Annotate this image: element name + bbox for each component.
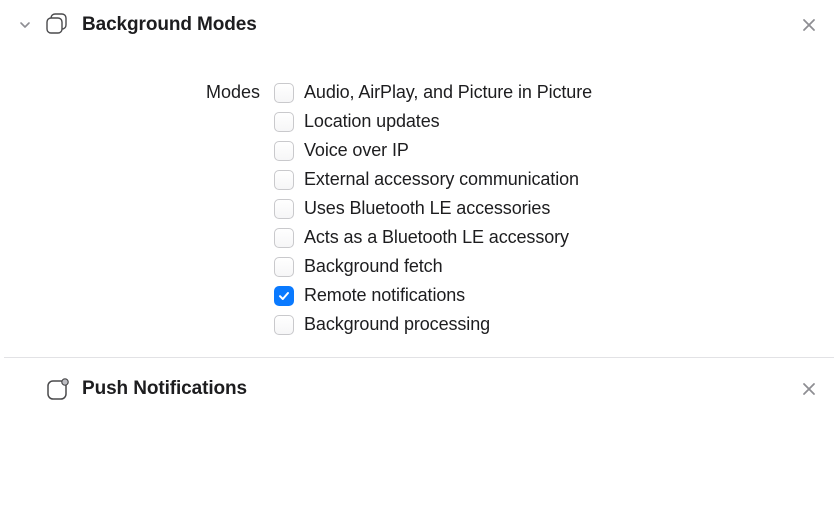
mode-option-label: Remote notifications <box>304 285 465 306</box>
modes-label: Modes <box>188 82 260 103</box>
mode-checkbox[interactable] <box>274 141 294 161</box>
mode-option-label: External accessory communication <box>304 169 579 190</box>
mode-option: Acts as a Bluetooth LE accessory <box>274 227 592 248</box>
push-notifications-section: Push Notifications <box>0 358 838 416</box>
mode-option: Background processing <box>274 314 592 335</box>
mode-option-label: Voice over IP <box>304 140 409 161</box>
modes-options-list: Audio, AirPlay, and Picture in Picture Lo… <box>274 82 592 335</box>
mode-checkbox[interactable] <box>274 286 294 306</box>
mode-option: External accessory communication <box>274 169 592 190</box>
mode-option: Remote notifications <box>274 285 592 306</box>
section-header: Push Notifications <box>18 374 820 404</box>
mode-checkbox[interactable] <box>274 83 294 103</box>
mode-option-label: Location updates <box>304 111 440 132</box>
mode-checkbox[interactable] <box>274 315 294 335</box>
mode-checkbox[interactable] <box>274 170 294 190</box>
mode-option: Background fetch <box>274 256 592 277</box>
chevron-down-icon[interactable] <box>18 18 32 32</box>
section-title: Push Notifications <box>82 378 247 400</box>
close-icon[interactable] <box>798 378 820 400</box>
mode-checkbox[interactable] <box>274 228 294 248</box>
mode-option-label: Audio, AirPlay, and Picture in Picture <box>304 82 592 103</box>
mode-checkbox[interactable] <box>274 199 294 219</box>
mode-option-label: Uses Bluetooth LE accessories <box>304 198 550 219</box>
mode-option-label: Background processing <box>304 314 490 335</box>
mode-option: Audio, AirPlay, and Picture in Picture <box>274 82 592 103</box>
section-title: Background Modes <box>82 14 257 36</box>
modes-body: Modes Audio, AirPlay, and Picture in Pic… <box>188 82 820 335</box>
background-modes-section: Background Modes Modes Audio, AirPlay, a… <box>0 0 838 357</box>
mode-option: Location updates <box>274 111 592 132</box>
push-notifications-icon <box>42 374 72 404</box>
mode-option-label: Acts as a Bluetooth LE accessory <box>304 227 569 248</box>
mode-option: Voice over IP <box>274 140 592 161</box>
close-icon[interactable] <box>798 14 820 36</box>
mode-checkbox[interactable] <box>274 257 294 277</box>
section-header: Background Modes <box>18 10 820 40</box>
mode-checkbox[interactable] <box>274 112 294 132</box>
mode-option-label: Background fetch <box>304 256 443 277</box>
background-modes-icon <box>42 10 72 40</box>
mode-option: Uses Bluetooth LE accessories <box>274 198 592 219</box>
